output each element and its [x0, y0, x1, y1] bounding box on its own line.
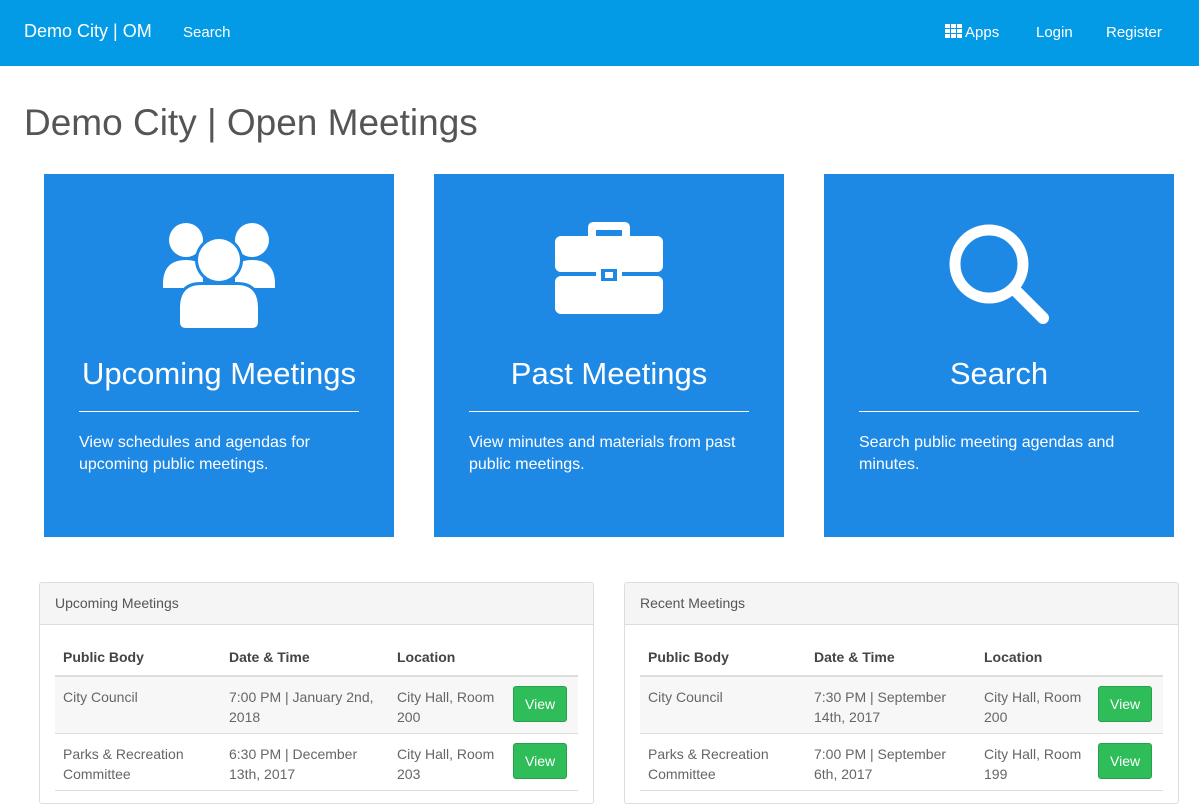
- tile-divider: [859, 411, 1139, 412]
- tile-description: View minutes and materials from past pub…: [469, 434, 736, 473]
- tile-divider: [79, 411, 359, 412]
- column-header-date-time: Date & Time: [221, 639, 389, 677]
- table-row: City Council 7:00 PM | January 2nd, 2018…: [55, 676, 578, 734]
- column-header-date-time: Date & Time: [806, 639, 976, 677]
- briefcase-icon: [434, 222, 784, 332]
- page-title: Demo City | Open Meetings: [24, 102, 478, 143]
- tile-title: Past Meetings: [510, 356, 708, 391]
- cell-location: City Hall, Room 200: [389, 676, 505, 734]
- column-header-action: [505, 639, 578, 677]
- column-header-public-body: Public Body: [55, 639, 221, 677]
- cell-action: View: [1090, 733, 1163, 791]
- column-header-location: Location: [389, 639, 505, 677]
- view-button[interactable]: View: [513, 743, 568, 779]
- column-header-action: [1090, 639, 1163, 677]
- table-row: Parks & Recreation Committee 6:30 PM | D…: [55, 733, 578, 791]
- nav-search-link[interactable]: Search: [183, 24, 231, 41]
- table-row: Parks & Recreation Committee 7:00 PM | S…: [640, 733, 1163, 791]
- brand-link[interactable]: Demo City | OM: [24, 21, 152, 42]
- panel-heading: Recent Meetings: [625, 583, 1178, 625]
- cell-action: View: [505, 733, 578, 791]
- table-header-row: Public Body Date & Time Location: [640, 639, 1163, 677]
- tile-title: Search: [949, 356, 1049, 391]
- recent-meetings-table: Public Body Date & Time Location City Co…: [640, 639, 1163, 791]
- column-header-location: Location: [976, 639, 1090, 677]
- recent-meetings-panel: Recent Meetings Public Body Date & Time …: [624, 582, 1179, 804]
- nav-apps-label: Apps: [965, 24, 1000, 41]
- top-navbar: Demo City | OM Search Apps Login Registe…: [0, 0, 1199, 66]
- cell-public-body: City Council: [640, 676, 806, 734]
- view-button[interactable]: View: [1098, 743, 1153, 779]
- tile-upcoming-meetings[interactable]: Upcoming Meetings View schedules and age…: [44, 174, 394, 537]
- upcoming-meetings-panel: Upcoming Meetings Public Body Date & Tim…: [39, 582, 594, 804]
- view-button[interactable]: View: [1098, 686, 1153, 722]
- column-header-public-body: Public Body: [640, 639, 806, 677]
- cell-public-body: Parks & Recreation Committee: [640, 733, 806, 791]
- tile-title: Upcoming Meetings: [82, 356, 356, 391]
- cell-date-time: 7:00 PM | September 6th, 2017: [806, 733, 976, 791]
- cell-location: City Hall, Room 203: [389, 733, 505, 791]
- search-icon: [824, 222, 1174, 332]
- cell-public-body: City Council: [55, 676, 221, 734]
- users-icon: [44, 222, 394, 332]
- nav-login-link[interactable]: Login: [1036, 24, 1073, 41]
- cell-date-time: 7:00 PM | January 2nd, 2018: [221, 676, 389, 734]
- cell-public-body: Parks & Recreation Committee: [55, 733, 221, 791]
- nav-register-link[interactable]: Register: [1106, 24, 1162, 41]
- tile-past-meetings[interactable]: Past Meetings View minutes and materials…: [434, 174, 784, 537]
- apps-grid-icon: [945, 24, 963, 39]
- view-button[interactable]: View: [513, 686, 568, 722]
- upcoming-meetings-table: Public Body Date & Time Location City Co…: [55, 639, 578, 791]
- cell-date-time: 7:30 PM | September 14th, 2017: [806, 676, 976, 734]
- table-row: City Council 7:30 PM | September 14th, 2…: [640, 676, 1163, 734]
- tile-description: View schedules and agendas for upcoming …: [79, 434, 310, 473]
- tile-divider: [469, 411, 749, 412]
- table-header-row: Public Body Date & Time Location: [55, 639, 578, 677]
- tile-description: Search public meeting agendas and minute…: [859, 434, 1115, 473]
- panel-heading: Upcoming Meetings: [40, 583, 593, 625]
- nav-apps-link[interactable]: Apps: [945, 24, 999, 41]
- cell-location: City Hall, Room 199: [976, 733, 1090, 791]
- tile-search[interactable]: Search Search public meeting agendas and…: [824, 174, 1174, 537]
- cell-location: City Hall, Room 200: [976, 676, 1090, 734]
- cell-date-time: 6:30 PM | December 13th, 2017: [221, 733, 389, 791]
- cell-action: View: [1090, 676, 1163, 734]
- cell-action: View: [505, 676, 578, 734]
